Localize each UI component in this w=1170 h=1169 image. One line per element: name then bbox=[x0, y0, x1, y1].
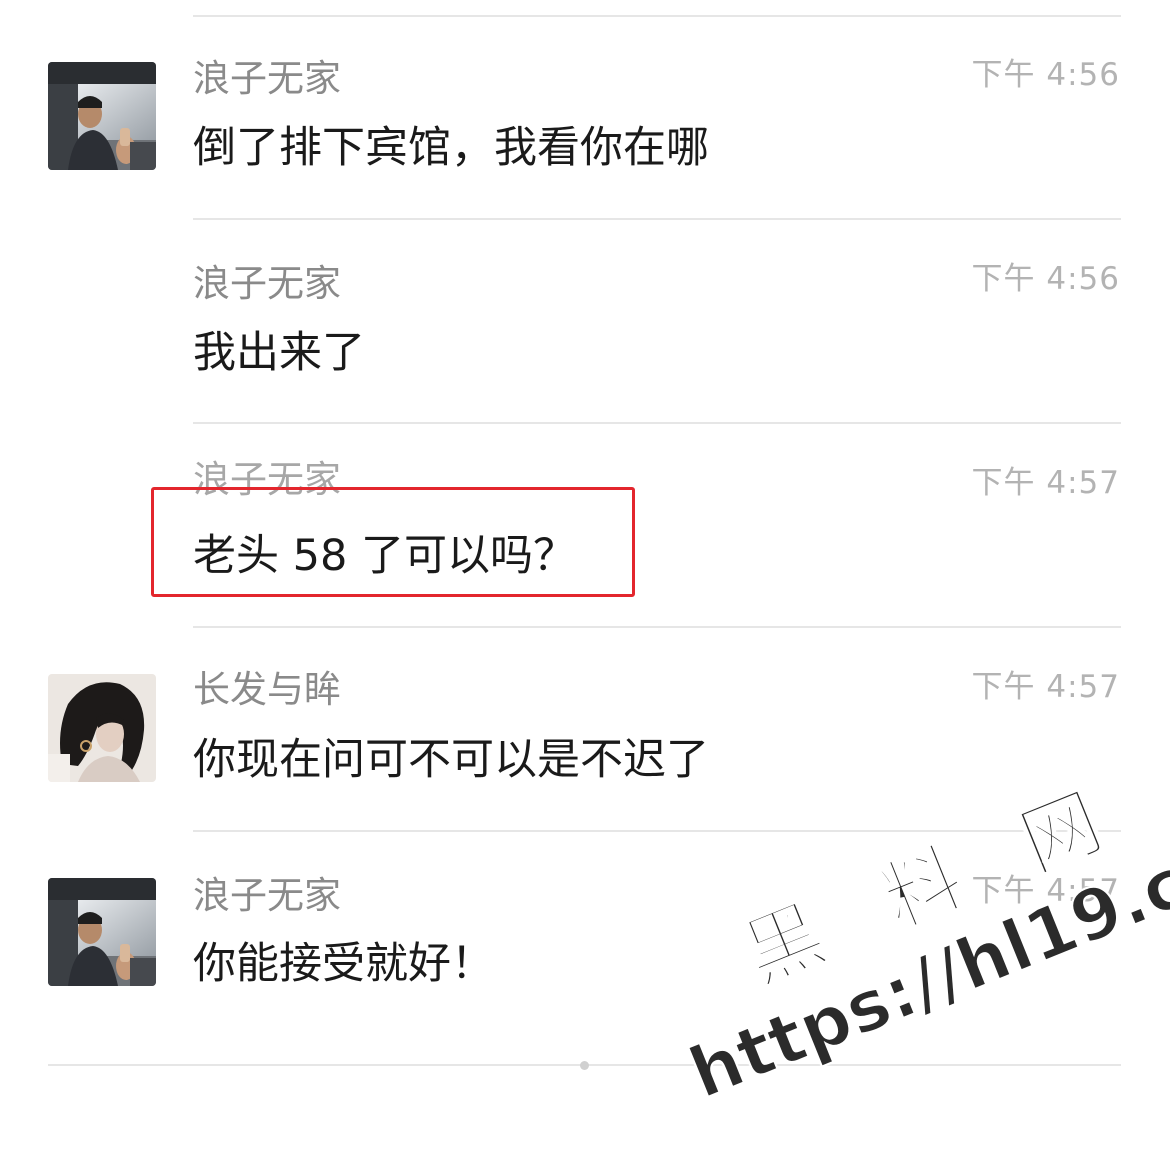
divider bbox=[193, 218, 1121, 220]
divider-top bbox=[193, 15, 1121, 17]
divider bbox=[193, 422, 1121, 424]
avatar-image bbox=[48, 62, 156, 170]
message-text[interactable]: 倒了排下宾馆，我看你在哪 bbox=[193, 120, 709, 176]
message-time: 下午 4:56 bbox=[971, 261, 1120, 297]
man-in-car-avatar[interactable] bbox=[48, 62, 156, 170]
message-text[interactable]: 你能接受就好！ bbox=[193, 936, 494, 992]
long-hair-woman-avatar[interactable] bbox=[48, 674, 156, 782]
avatar-image bbox=[48, 674, 156, 782]
sender-name[interactable]: 浪子无家 bbox=[193, 262, 341, 306]
message-text[interactable]: 我出来了 bbox=[193, 325, 365, 381]
sender-name[interactable]: 浪子无家 bbox=[193, 57, 341, 101]
sender-name[interactable]: 长发与眸 bbox=[193, 668, 341, 712]
sender-name[interactable]: 浪子无家 bbox=[193, 874, 341, 918]
avatar-image bbox=[48, 878, 156, 986]
watermark-url: https://hl19.co bbox=[677, 822, 1170, 1115]
watermark: 黑 料 网 https://hl19.co bbox=[633, 751, 1170, 1168]
scroll-indicator bbox=[580, 1061, 589, 1070]
divider bbox=[193, 626, 1121, 628]
message-time: 下午 4:57 bbox=[971, 873, 1120, 909]
red-highlight-box bbox=[151, 487, 635, 597]
message-text[interactable]: 你现在问可不可以是不迟了 bbox=[193, 732, 709, 788]
man-in-car-avatar[interactable] bbox=[48, 878, 156, 986]
message-time: 下午 4:56 bbox=[971, 57, 1120, 93]
divider bbox=[193, 830, 1121, 832]
message-time: 下午 4:57 bbox=[971, 465, 1120, 501]
message-time: 下午 4:57 bbox=[971, 669, 1120, 705]
